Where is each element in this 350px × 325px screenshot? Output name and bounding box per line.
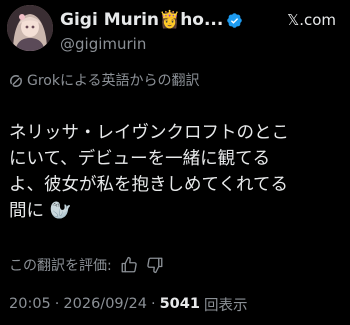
meta-separator: · bbox=[54, 296, 60, 312]
post-meta: 20:05 · 2026/09/24 · 5041 回表示 bbox=[9, 294, 247, 314]
post-text-line: にいて、デビューを一緒に観てる bbox=[9, 149, 271, 169]
rate-translation-label: この翻訳を評価: bbox=[9, 258, 112, 274]
views-count: 5041 bbox=[159, 296, 200, 312]
avatar-image bbox=[7, 5, 53, 51]
handle[interactable]: @gigimurin bbox=[60, 35, 146, 53]
grok-icon bbox=[9, 73, 23, 87]
display-name[interactable]: Gigi Murin👸ho... bbox=[60, 10, 223, 30]
post-text: ネリッサ・レイヴンクロフトのとこ にいて、デビューを一緒に観てる よ、彼女が私を… bbox=[9, 120, 349, 224]
thumbs-down-icon[interactable] bbox=[146, 256, 164, 274]
post-time[interactable]: 20:05 bbox=[9, 296, 51, 312]
translation-notice: Grokによる英語からの翻訳 bbox=[9, 70, 200, 90]
avatar[interactable] bbox=[7, 5, 53, 51]
rate-translation: この翻訳を評価: bbox=[9, 255, 164, 275]
post-text-line: よ、彼女が私を抱きしめてくれてる bbox=[9, 175, 288, 195]
brand-label: 𝕏.com bbox=[287, 11, 336, 29]
post-date[interactable]: 2026/09/24 bbox=[63, 296, 147, 312]
post-text-line: 間に 🦭 bbox=[9, 201, 72, 221]
post-card: Gigi Murin👸ho... @gigimurin 𝕏.com Grokによ… bbox=[0, 0, 350, 325]
meta-separator: · bbox=[150, 296, 156, 312]
translation-label: Grokによる英語からの翻訳 bbox=[27, 73, 200, 89]
brand-watermark: 𝕏.com bbox=[287, 9, 336, 31]
display-name-row[interactable]: Gigi Murin👸ho... bbox=[60, 9, 243, 31]
verified-badge-icon bbox=[226, 12, 243, 29]
thumbs-up-icon[interactable] bbox=[120, 256, 138, 274]
views-label: 回表示 bbox=[203, 297, 248, 314]
post-text-line: ネリッサ・レイヴンクロフトのとこ bbox=[9, 123, 289, 143]
